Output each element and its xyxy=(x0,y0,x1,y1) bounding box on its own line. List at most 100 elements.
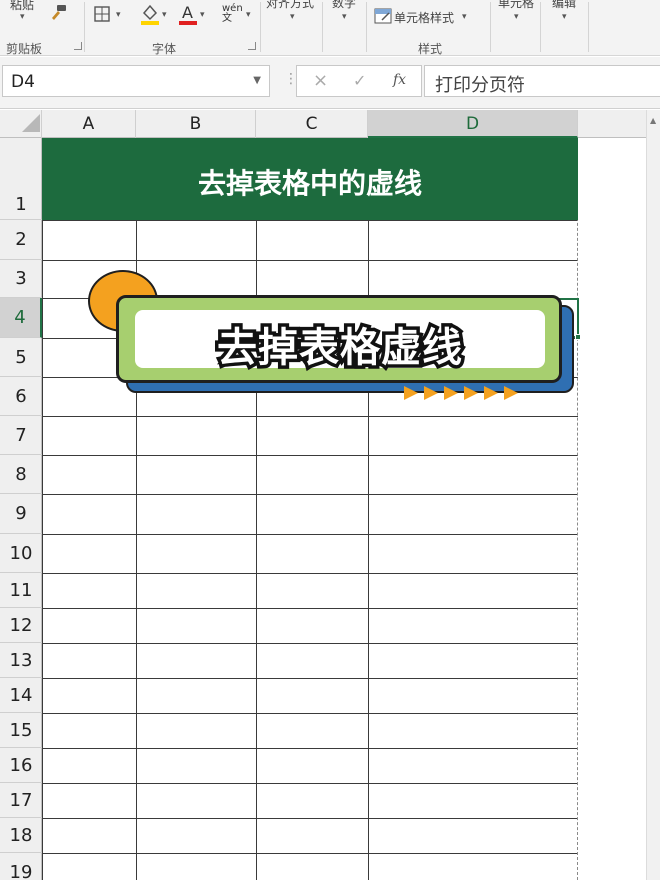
fill-color-dropdown-icon[interactable]: ▾ xyxy=(162,10,167,20)
gridline xyxy=(42,260,578,261)
paste-dropdown-icon[interactable]: ▾ xyxy=(20,12,25,22)
title-banner-cell[interactable]: 去掉表格中的虚线 xyxy=(42,138,578,220)
row-header-14[interactable]: 14 xyxy=(0,678,42,713)
alignment-dropdown-icon[interactable]: ▾ xyxy=(290,12,295,22)
formula-content: 打印分页符 xyxy=(435,75,525,96)
editing-button[interactable]: 编辑 xyxy=(552,0,576,11)
page-break-dashed-line xyxy=(577,138,578,880)
ribbon-divider xyxy=(588,2,589,52)
cell-styles-dropdown-icon[interactable]: ▾ xyxy=(462,12,467,22)
borders-icon[interactable] xyxy=(94,6,110,26)
arrow-icon xyxy=(404,386,418,400)
column-header-b[interactable]: B xyxy=(136,110,256,138)
row-header-17[interactable]: 17 xyxy=(0,783,42,818)
arrow-icon xyxy=(444,386,458,400)
number-dropdown-icon[interactable]: ▾ xyxy=(342,12,347,22)
insert-function-icon[interactable]: fx xyxy=(393,72,406,88)
ribbon-divider xyxy=(322,2,323,52)
ribbon: 粘贴 ▾ 剪贴板 ▾ ▾ A ▾ wén 文 ▾ 字体 对齐方式 ▾ 数字 ▾ 单… xyxy=(0,0,660,56)
row-header-15[interactable]: 15 xyxy=(0,713,42,748)
gridline xyxy=(42,678,578,679)
alignment-button[interactable]: 对齐方式 xyxy=(266,0,314,11)
name-box[interactable]: D4 ▼ xyxy=(2,65,270,97)
gridline xyxy=(42,534,578,535)
clipboard-group-label: 剪贴板 xyxy=(6,42,43,56)
row-header-7[interactable]: 7 xyxy=(0,416,42,455)
gridline xyxy=(42,220,43,880)
ribbon-divider xyxy=(490,2,491,52)
ribbon-divider xyxy=(84,2,85,52)
gridline xyxy=(42,818,578,819)
cancel-icon[interactable]: × xyxy=(313,70,328,91)
row-header-16[interactable]: 16 xyxy=(0,748,42,783)
name-box-value: D4 xyxy=(11,72,35,92)
row-header-5[interactable]: 5 xyxy=(0,338,42,377)
vertical-scrollbar[interactable]: ▲ xyxy=(646,110,660,880)
cell-grid[interactable] xyxy=(42,138,660,880)
gridline xyxy=(42,853,578,854)
cells-dropdown-icon[interactable]: ▾ xyxy=(514,12,519,22)
row-header-18[interactable]: 18 xyxy=(0,818,42,853)
title-card-inner: 去掉表格虚线 xyxy=(135,310,545,375)
borders-dropdown-icon[interactable]: ▾ xyxy=(116,10,121,20)
format-painter-icon[interactable] xyxy=(48,4,68,26)
gridline xyxy=(42,220,578,221)
cells-button[interactable]: 单元格 xyxy=(498,0,534,11)
ribbon-divider xyxy=(260,2,261,52)
clipboard-launcher-icon[interactable] xyxy=(74,42,82,50)
row-header-9[interactable]: 9 xyxy=(0,494,42,534)
fill-color-icon[interactable] xyxy=(140,3,160,29)
phonetic-guide-icon[interactable]: wén 文 xyxy=(222,4,243,24)
row-header-11[interactable]: 11 xyxy=(0,573,42,608)
row-header-4[interactable]: 4 xyxy=(0,298,42,338)
gridline xyxy=(42,748,578,749)
gridline xyxy=(42,455,578,456)
row-header-2[interactable]: 2 xyxy=(0,220,42,260)
font-color-icon[interactable]: A xyxy=(178,3,198,29)
ribbon-divider xyxy=(366,2,367,52)
number-format-button[interactable]: 数字 xyxy=(332,0,356,11)
formula-bar: D4 ▼ ⋮ × ✓ fx 打印分页符 xyxy=(0,57,660,109)
phonetic-dropdown-icon[interactable]: ▾ xyxy=(246,10,251,20)
cell-styles-button[interactable]: 单元格样式 xyxy=(394,9,454,26)
editing-dropdown-icon[interactable]: ▾ xyxy=(562,12,567,22)
column-header-c[interactable]: C xyxy=(256,110,368,138)
font-launcher-icon[interactable] xyxy=(248,42,256,50)
arrow-icon xyxy=(484,386,498,400)
row-header-19[interactable]: 19 xyxy=(0,853,42,880)
gridline xyxy=(42,608,578,609)
overlay-title: 去掉表格虚线 xyxy=(214,322,466,375)
font-group-label: 字体 xyxy=(152,42,177,56)
arrow-icon xyxy=(504,386,518,400)
font-color-dropdown-icon[interactable]: ▾ xyxy=(200,10,205,20)
column-headers: A B C D xyxy=(0,110,660,138)
arrow-icon xyxy=(464,386,478,400)
row-header-10[interactable]: 10 xyxy=(0,534,42,573)
row-header-12[interactable]: 12 xyxy=(0,608,42,643)
gridline xyxy=(42,494,578,495)
formula-input[interactable]: 打印分页符 xyxy=(424,65,660,97)
gridline xyxy=(42,783,578,784)
cell-styles-icon[interactable] xyxy=(374,8,392,28)
title-card: 去掉表格虚线 xyxy=(116,295,562,383)
gridline xyxy=(42,573,578,574)
svg-text:A: A xyxy=(182,3,193,22)
banner-title: 去掉表格中的虚线 xyxy=(197,167,422,200)
fill-handle[interactable] xyxy=(575,334,581,340)
enter-icon[interactable]: ✓ xyxy=(353,71,366,90)
row-header-13[interactable]: 13 xyxy=(0,643,42,678)
column-header-d[interactable]: D xyxy=(368,110,578,138)
row-header-3[interactable]: 3 xyxy=(0,260,42,298)
ribbon-divider xyxy=(540,2,541,52)
row-header-8[interactable]: 8 xyxy=(0,455,42,494)
row-header-6[interactable]: 6 xyxy=(0,377,42,416)
column-header-a[interactable]: A xyxy=(42,110,136,138)
scroll-up-icon[interactable]: ▲ xyxy=(650,116,656,125)
row-headers: 1 2 3 4 5 6 7 8 9 10 11 12 13 14 15 16 1… xyxy=(0,138,42,880)
row-header-1[interactable]: 1 xyxy=(0,138,42,220)
select-all-icon[interactable] xyxy=(22,114,40,132)
styles-group-label: 样式 xyxy=(418,42,443,56)
arrow-icon xyxy=(424,386,438,400)
name-box-dropdown-icon[interactable]: ▼ xyxy=(253,75,261,86)
gridline xyxy=(42,416,578,417)
